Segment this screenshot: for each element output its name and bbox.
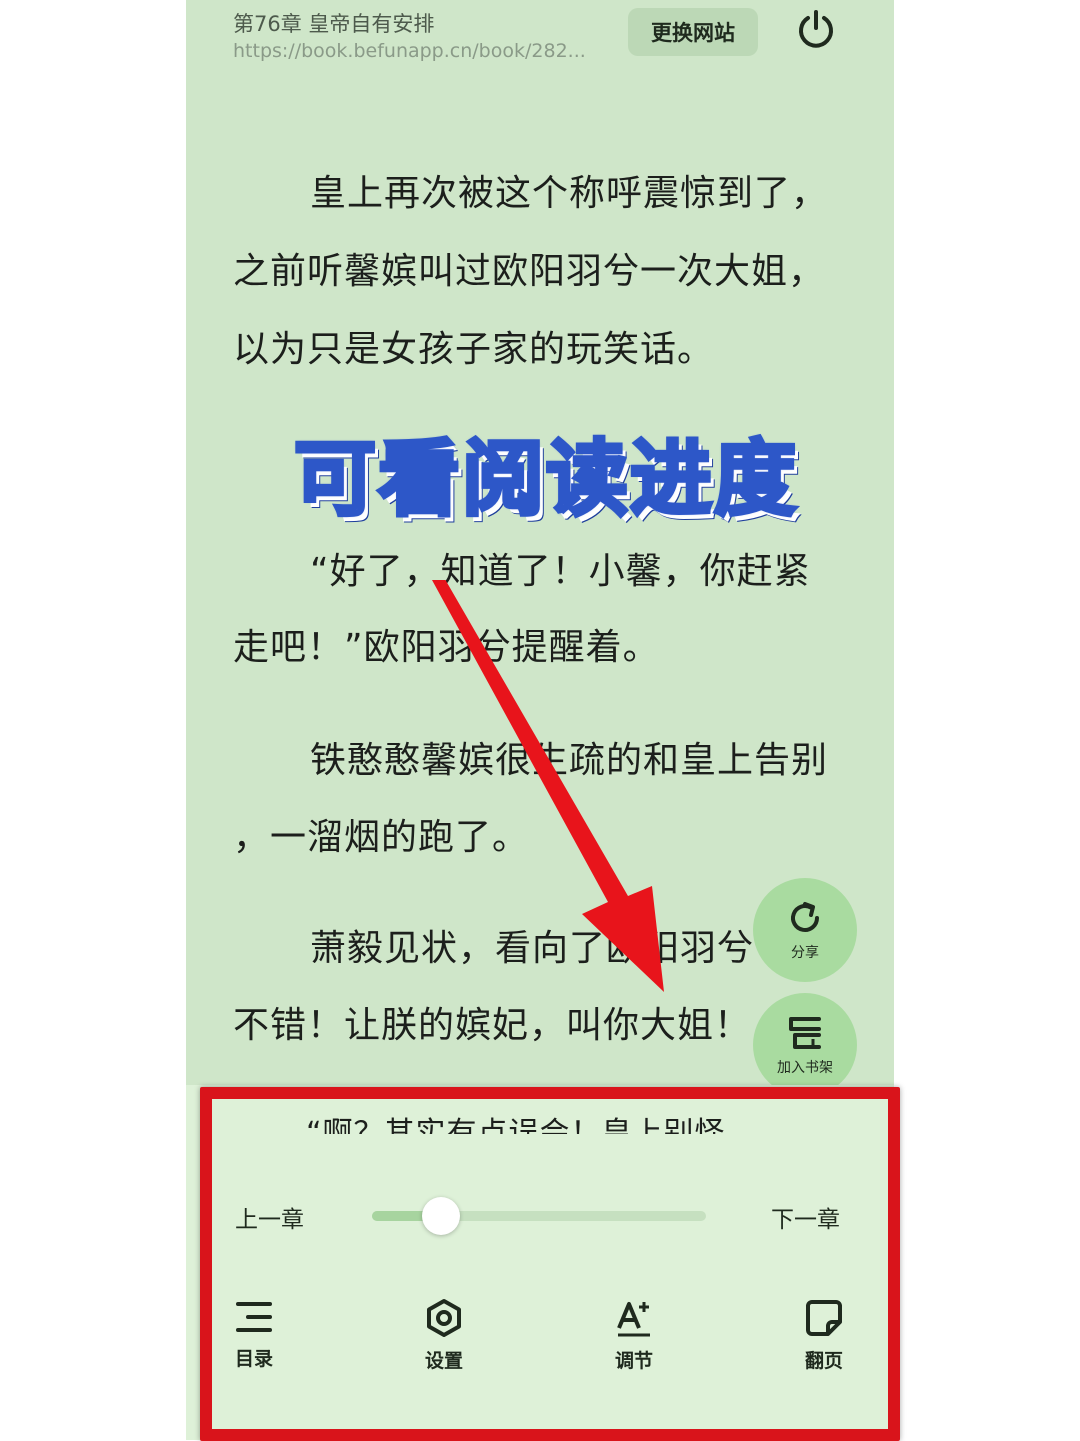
power-icon: [799, 10, 833, 48]
add-bookshelf-button[interactable]: 加入书架: [753, 993, 857, 1097]
share-label: 分享: [791, 945, 819, 961]
story-line: 皇上再次被这个称呼震惊到了，: [310, 173, 829, 214]
chapter-title: 第76章 皇帝自有安排: [233, 12, 435, 36]
change-site-button[interactable]: 更换网站: [628, 8, 758, 56]
chapter-url[interactable]: https://book.befunapp.cn/book/282...: [233, 40, 586, 62]
story-line: 不错！让朕的嫔妃，叫你大姐！: [233, 1005, 752, 1046]
power-button[interactable]: [794, 8, 838, 52]
promo-overlay-title: 可看阅读进度: [292, 430, 798, 529]
story-line: 之前听馨嫔叫过欧阳羽兮一次大姐，: [233, 251, 826, 292]
red-arrow-icon: [432, 580, 664, 992]
bookshelf-icon: [789, 1017, 821, 1049]
share-icon: [791, 902, 819, 932]
bookshelf-label: 加入书架: [777, 1060, 833, 1076]
highlight-frame: [200, 1087, 900, 1441]
share-button[interactable]: 分享: [753, 878, 857, 982]
story-line: 以为只是女孩子家的玩笑话。: [233, 329, 715, 370]
